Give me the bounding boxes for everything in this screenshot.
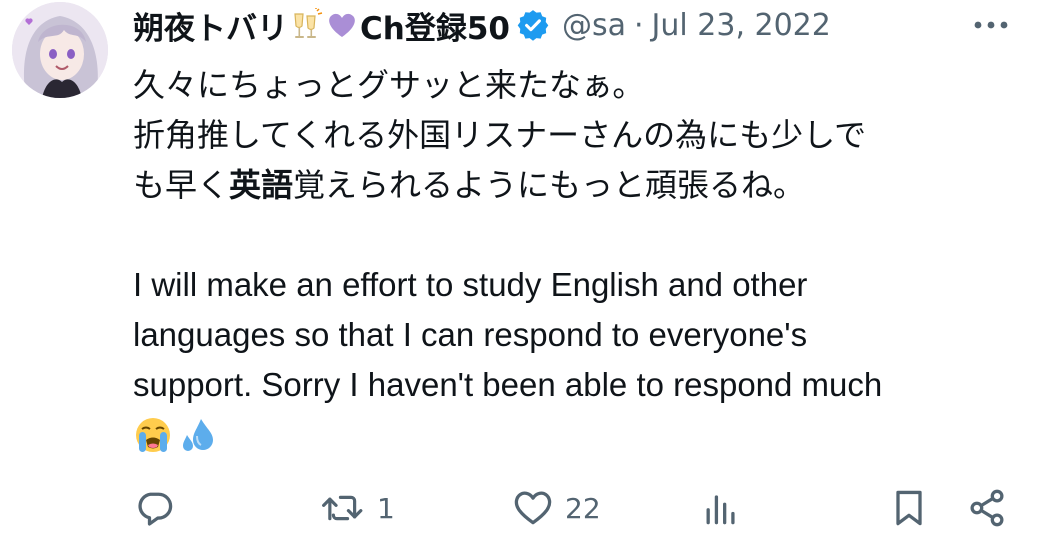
- display-name[interactable]: 朔夜トバリ: [133, 3, 288, 48]
- share-icon: [970, 489, 1004, 527]
- tweet-line: support. Sorry I haven't been able to re…: [133, 366, 883, 403]
- heart-icon: [514, 491, 552, 525]
- emoji-line: [133, 410, 1023, 460]
- like-count: 22: [565, 491, 601, 525]
- share-button[interactable]: [965, 485, 1009, 531]
- action-bar: 1 22: [133, 485, 1013, 531]
- retweet-count: 1: [377, 491, 395, 525]
- retweet-button[interactable]: 1: [321, 485, 395, 531]
- tweet-line: I will make an effort to study English a…: [133, 266, 808, 303]
- like-button[interactable]: 22: [511, 485, 601, 531]
- avatar-image: [12, 2, 108, 98]
- retweet-icon: [322, 495, 363, 521]
- tweet-line: 久々にちょっとグサッと来たなぁ。: [133, 66, 645, 104]
- purple-heart-icon: [325, 8, 359, 42]
- user-handle[interactable]: @sa: [562, 8, 626, 43]
- bookmark-icon: [896, 490, 922, 526]
- tweet-header: 朔夜トバリ Ch登録50 @sa · Jul 23, 2022: [133, 0, 1033, 50]
- analytics-icon: [706, 495, 735, 525]
- bookmark-button[interactable]: [887, 485, 931, 531]
- tweet-line: 折角推してくれる外国リスナーさんの為にも少しで: [133, 116, 867, 154]
- tweet-text-segment: も早く: [133, 166, 230, 204]
- views-button[interactable]: [699, 485, 743, 531]
- tweet-text-segment: 覚えられるようにもっと頑張るね。: [293, 166, 806, 204]
- reply-button[interactable]: [133, 485, 187, 531]
- clinking-glasses-icon: [289, 8, 323, 42]
- separator-dot: ·: [633, 7, 644, 43]
- tweet-line: も早く英語覚えられるようにもっと頑張るね。: [133, 160, 1023, 210]
- avatar[interactable]: [12, 2, 108, 98]
- tweet[interactable]: 朔夜トバリ Ch登録50 @sa · Jul 23, 2022 久々にちょっとグ…: [0, 0, 1050, 535]
- sweat-droplets-icon: [183, 419, 213, 451]
- loudly-crying-face-icon: [136, 418, 170, 452]
- verified-badge-icon: [516, 8, 550, 42]
- more-icon[interactable]: [966, 8, 1026, 42]
- display-name-suffix[interactable]: Ch登録50: [360, 3, 510, 48]
- tweet-line: languages so that I can respond to every…: [133, 316, 808, 353]
- tweet-date[interactable]: Jul 23, 2022: [652, 8, 831, 43]
- tweet-text: 久々にちょっとグサッと来たなぁ。 折角推してくれる外国リスナーさんの為にも少しで…: [133, 60, 1023, 460]
- tweet-bold-text: 英語: [229, 166, 294, 204]
- reply-icon: [138, 492, 173, 526]
